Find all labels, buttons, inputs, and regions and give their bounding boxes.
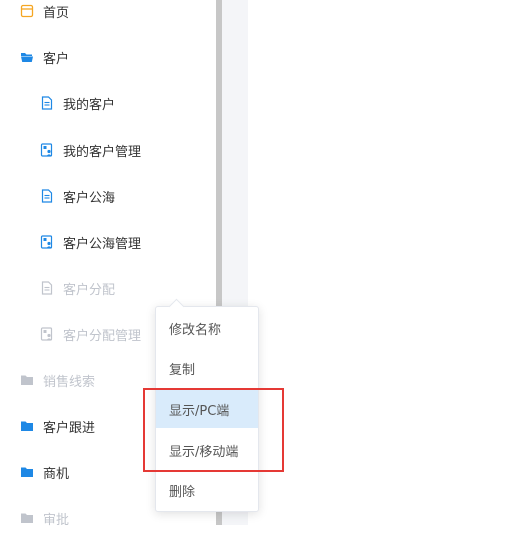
sidebar-item-label: 客户 [43,51,70,67]
sidebar-item-label: 我的客户 [63,97,116,113]
folder-icon [21,421,33,431]
sidebar-item-label: 首页 [43,5,70,21]
menu-item-copy[interactable]: 复制 [156,349,258,387]
context-menu: 修改名称 复制 显示/PC端 显示/移动端 删除 [155,298,259,512]
sidebar-item-home[interactable]: 首页 [0,0,236,26]
folder-icon [21,513,33,523]
menu-item-rename[interactable]: 修改名称 [156,309,258,347]
sidebar-item-label: 我的客户管理 [63,144,142,160]
document-icon [41,281,53,295]
menu-item-delete[interactable]: 删除 [156,471,258,509]
sidebar-item-label: 销售线索 [43,374,96,390]
sidebar-item-label: 客户分配 [63,282,116,298]
user-document-icon [40,143,53,157]
document-icon [41,96,53,110]
user-document-icon [40,327,53,341]
sidebar-item-customer[interactable]: 客户 [0,42,236,72]
sidebar-item-label: 客户分配管理 [63,328,142,344]
menu-item-show-mobile[interactable]: 显示/移动端 [156,431,258,469]
sidebar-item-label: 商机 [43,466,70,482]
document-icon [41,189,53,203]
sidebar-item-label: 客户跟进 [43,420,96,436]
folder-icon [21,375,33,385]
menu-item-show-pc[interactable]: 显示/PC端 [156,390,258,428]
home-icon [20,4,34,18]
sidebar-item-label: 客户公海管理 [63,236,142,252]
folder-icon [21,467,33,477]
main-content [248,0,519,525]
folder-open-icon [21,53,33,62]
sidebar-item-label: 客户公海 [63,190,116,206]
user-document-icon [40,235,53,249]
